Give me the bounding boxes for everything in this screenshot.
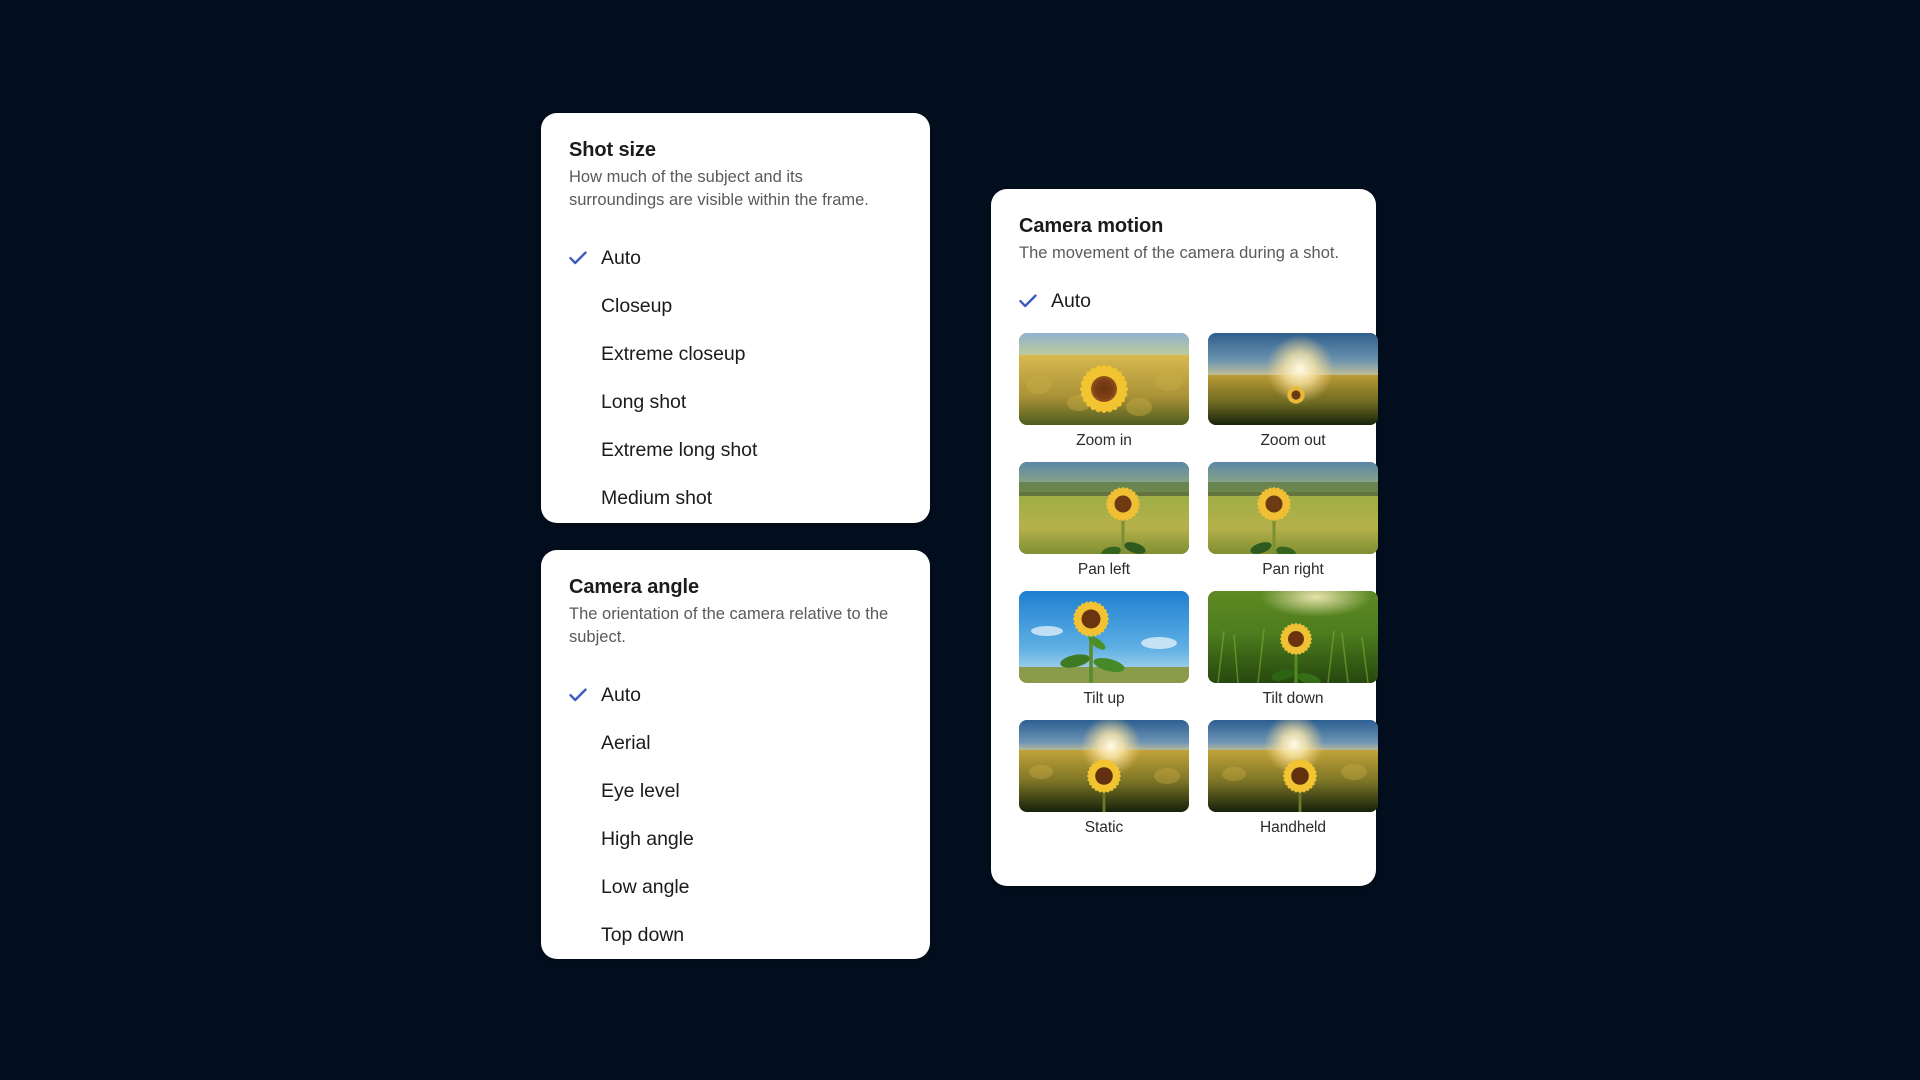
shot-size-card: Shot size How much of the subject and it…: [541, 113, 930, 523]
camera-motion-thumb-zoom-in[interactable]: Zoom in: [1019, 333, 1189, 462]
camera-motion-thumb-handheld[interactable]: Handheld: [1208, 720, 1378, 849]
camera-motion-title: Camera motion: [1019, 215, 1164, 237]
check-slot: [1019, 294, 1051, 308]
option-label: Aerial: [601, 731, 651, 754]
shot-size-description: How much of the subject and its surround…: [569, 168, 869, 209]
thumbnail-label: Tilt up: [1083, 690, 1125, 707]
camera-motion-thumb-tilt-down[interactable]: Tilt down: [1208, 591, 1378, 720]
camera-angle-option-low-angle[interactable]: Low angle: [569, 863, 902, 911]
camera-motion-card: Camera motion The movement of the camera…: [991, 189, 1378, 886]
check-icon: [569, 251, 587, 265]
shot-size-option-extreme-closeup[interactable]: Extreme closeup: [569, 330, 902, 378]
thumbnail-label: Pan left: [1077, 561, 1131, 578]
option-label: Auto: [1051, 289, 1091, 312]
option-label: Extreme long shot: [601, 438, 758, 461]
shot-size-option-medium-shot[interactable]: Medium shot: [569, 474, 902, 522]
app-background: Shot size How much of the subject and it…: [0, 0, 1920, 1080]
thumbnail-label: Handheld: [1260, 819, 1326, 836]
shot-size-option-closeup[interactable]: Closeup: [569, 282, 902, 330]
camera-angle-option-aerial[interactable]: Aerial: [569, 719, 902, 767]
thumbnail-image-tilt-up: [1019, 591, 1189, 683]
shot-size-option-auto[interactable]: Auto: [569, 234, 902, 282]
option-label: High angle: [601, 827, 694, 850]
camera-motion-thumb-pan-left[interactable]: Pan left: [1019, 462, 1189, 591]
shot-size-title: Shot size: [569, 139, 656, 161]
thumbnail-label: Zoom in: [1076, 432, 1132, 449]
thumbnail-image-static: [1019, 720, 1189, 812]
option-label: Low angle: [601, 875, 690, 898]
check-icon: [1019, 294, 1037, 308]
check-slot: [569, 251, 601, 265]
thumbnail-image-zoom-in: [1019, 333, 1189, 425]
option-label: Auto: [601, 683, 641, 706]
shot-size-option-list: Auto Closeup Extreme closeup Long shot E…: [569, 234, 902, 522]
thumbnail-label: Pan right: [1262, 561, 1324, 578]
camera-angle-title: Camera angle: [569, 576, 699, 598]
thumbnail-label: Tilt down: [1262, 690, 1324, 707]
camera-angle-option-top-down[interactable]: Top down: [569, 911, 902, 959]
thumbnail-label: Zoom out: [1260, 432, 1326, 449]
camera-angle-option-high-angle[interactable]: High angle: [569, 815, 902, 863]
camera-angle-description: The orientation of the camera relative t…: [569, 605, 889, 646]
thumbnail-image-pan-left: [1019, 462, 1189, 554]
thumbnail-image-tilt-down: [1208, 591, 1378, 683]
thumbnail-image-zoom-out: [1208, 333, 1378, 425]
camera-motion-thumb-pan-right[interactable]: Pan right: [1208, 462, 1378, 591]
thumbnail-image-pan-right: [1208, 462, 1378, 554]
camera-motion-option-list: Auto: [1019, 279, 1348, 323]
option-label: Eye level: [601, 779, 680, 802]
option-label: Long shot: [601, 390, 687, 413]
shot-size-option-long-shot[interactable]: Long shot: [569, 378, 902, 426]
option-label: Closeup: [601, 294, 673, 317]
camera-motion-thumb-static[interactable]: Static: [1019, 720, 1189, 849]
thumbnail-image-handheld: [1208, 720, 1378, 812]
camera-motion-option-auto[interactable]: Auto: [1019, 279, 1348, 323]
check-icon: [569, 688, 587, 702]
camera-angle-card: Camera angle The orientation of the came…: [541, 550, 930, 959]
camera-angle-option-auto[interactable]: Auto: [569, 671, 902, 719]
camera-angle-option-list: Auto Aerial Eye level High angle Low ang…: [569, 671, 902, 959]
thumbnail-label: Static: [1084, 819, 1124, 836]
camera-angle-option-eye-level[interactable]: Eye level: [569, 767, 902, 815]
check-slot: [569, 688, 601, 702]
option-label: Top down: [601, 923, 685, 946]
camera-motion-thumb-tilt-up[interactable]: Tilt up: [1019, 591, 1189, 720]
shot-size-option-extreme-long-shot[interactable]: Extreme long shot: [569, 426, 902, 474]
option-label: Medium shot: [601, 486, 713, 509]
camera-motion-description: The movement of the camera during a shot…: [1019, 244, 1340, 262]
camera-motion-thumbnail-grid: Zoom in Zoom out Pan left Pan right Tilt…: [1019, 333, 1378, 849]
option-label: Extreme closeup: [601, 342, 746, 365]
camera-motion-thumb-zoom-out[interactable]: Zoom out: [1208, 333, 1378, 462]
option-label: Auto: [601, 246, 641, 269]
